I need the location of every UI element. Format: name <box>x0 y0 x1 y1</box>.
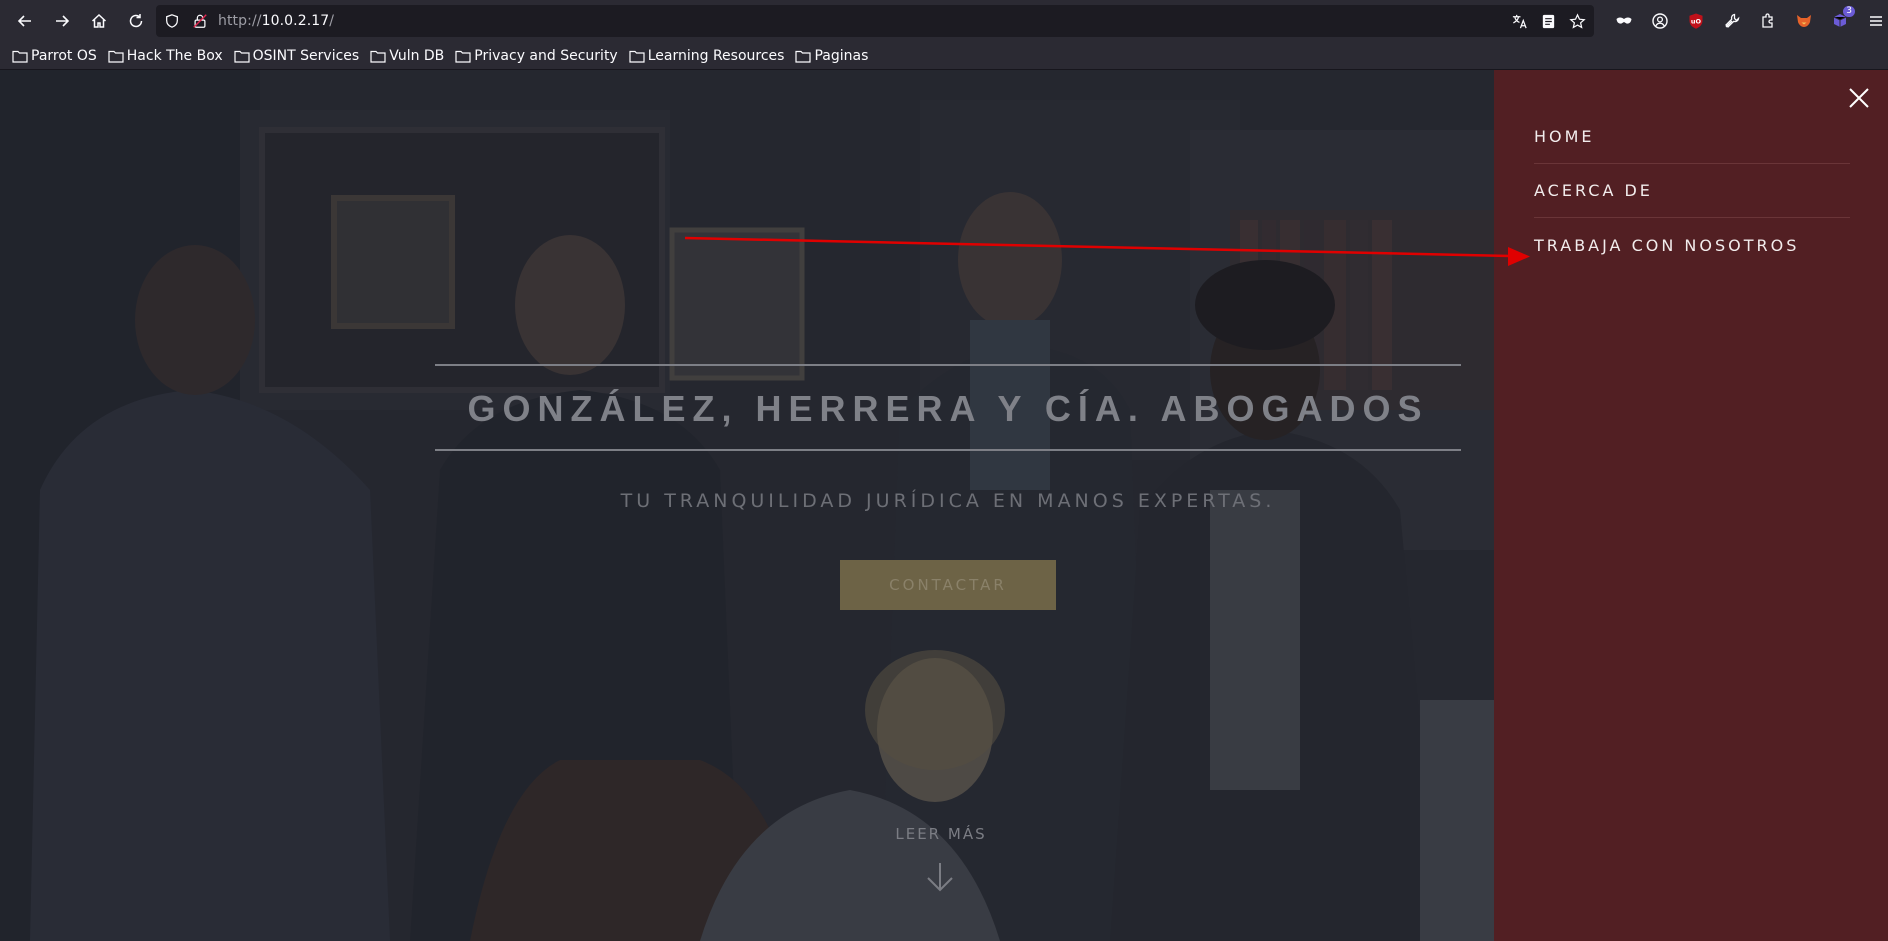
translate-icon[interactable] <box>1511 13 1528 30</box>
account-icon <box>1652 13 1668 29</box>
foxyproxy-button[interactable] <box>1786 3 1822 39</box>
puzzle-icon <box>1762 13 1773 28</box>
devtools-button[interactable] <box>1714 3 1750 39</box>
ublock-icon: uO <box>1689 13 1703 29</box>
hero-subtitle: TU TRANQUILIDAD JURÍDICA EN MANOS EXPERT… <box>620 490 1276 512</box>
shield-icon[interactable] <box>164 13 180 29</box>
wrench-icon <box>1725 13 1740 28</box>
back-button[interactable] <box>7 3 43 39</box>
home-button[interactable] <box>81 3 117 39</box>
bookmark-folder-vuln-db[interactable]: Vuln DB <box>370 48 444 64</box>
close-icon[interactable] <box>1846 85 1872 111</box>
bookmark-label: Hack The Box <box>126 47 223 64</box>
mask-icon <box>1616 17 1632 24</box>
svg-text:uO: uO <box>1691 18 1702 26</box>
reload-icon <box>129 14 143 28</box>
menu-list: HOME ACERCA DE TRABAJA CON NOSOTROS <box>1534 110 1850 272</box>
url-text[interactable]: http://10.0.2.17/ <box>218 13 334 29</box>
bookmark-label: Parrot OS <box>31 47 97 64</box>
folder-icon <box>12 50 28 63</box>
bookmark-folder-paginas[interactable]: Paginas <box>795 48 868 64</box>
contact-button[interactable]: CONTACTAR <box>840 560 1056 610</box>
folder-icon <box>795 50 812 63</box>
folder-icon <box>629 50 645 63</box>
extensions-button[interactable] <box>1750 3 1786 39</box>
url-host: 10.0.2.17 <box>261 13 330 29</box>
web-page: GONZÁLEZ, HERRERA Y CÍA. ABOGADOS TU TRA… <box>0 70 1888 941</box>
read-more-link[interactable]: LEER MÁS <box>840 825 1042 843</box>
folder-icon <box>455 50 471 63</box>
extension-badge: 3 <box>1843 6 1855 17</box>
forward-button[interactable] <box>44 3 80 39</box>
bookmark-label: Learning Resources <box>647 47 785 64</box>
bookmark-label: Privacy and Security <box>474 47 618 64</box>
menu-item-acerca-de[interactable]: ACERCA DE <box>1534 164 1850 218</box>
title-rule-bottom <box>435 449 1461 451</box>
ublock-button[interactable]: uO <box>1678 3 1714 39</box>
bookmark-folder-privacy-and-security[interactable]: Privacy and Security <box>455 47 618 64</box>
url-bar[interactable]: http://10.0.2.17/ <box>156 5 1594 37</box>
bookmark-label: Vuln DB <box>389 47 445 64</box>
bookmark-folder-osint-services[interactable]: OSINT Services <box>234 47 360 64</box>
bookmark-folder-hack-the-box[interactable]: Hack The Box <box>108 48 223 64</box>
bookmark-folder-learning-resources[interactable]: Learning Resources <box>629 47 785 64</box>
insecure-lock-icon[interactable] <box>192 13 208 29</box>
folder-icon <box>108 50 124 63</box>
bookmark-label: OSINT Services <box>252 47 360 64</box>
arrow-left-icon <box>17 15 31 27</box>
menu-item-trabaja-con-nosotros[interactable]: TRABAJA CON NOSOTROS <box>1534 218 1850 272</box>
arrow-right-icon <box>56 15 70 27</box>
app-menu-button[interactable] <box>1858 3 1888 39</box>
extensions-area: uO 3 <box>1606 0 1888 42</box>
hamburger-menu-icon <box>1870 16 1882 26</box>
bookmarks-bar: Parrot OS Hack The Box OSINT Services Vu… <box>0 42 1888 70</box>
wappalyzer-button[interactable]: 3 <box>1822 3 1858 39</box>
arrow-down-icon[interactable] <box>923 860 957 894</box>
menu-item-home[interactable]: HOME <box>1534 110 1850 164</box>
bookmark-star-icon[interactable] <box>1569 12 1586 30</box>
bookmark-folder-parrot-os[interactable]: Parrot OS <box>12 48 97 64</box>
hero-title: GONZÁLEZ, HERRERA Y CÍA. ABOGADOS <box>467 388 1429 429</box>
url-protocol: http:// <box>218 13 262 29</box>
folder-icon <box>234 50 250 63</box>
title-rule-top <box>435 364 1461 366</box>
side-navigation-menu: HOME ACERCA DE TRABAJA CON NOSOTROS <box>1494 70 1888 941</box>
hero-section: GONZÁLEZ, HERRERA Y CÍA. ABOGADOS TU TRA… <box>0 70 1494 941</box>
folder-icon <box>370 50 386 63</box>
browser-toolbar: http://10.0.2.17/ uO 3 <box>0 0 1888 42</box>
reload-button[interactable] <box>118 3 154 39</box>
hero-content: GONZÁLEZ, HERRERA Y CÍA. ABOGADOS TU TRA… <box>0 70 1494 941</box>
private-mask-button[interactable] <box>1606 3 1642 39</box>
fox-icon <box>1797 15 1811 27</box>
reader-view-icon[interactable] <box>1540 13 1557 30</box>
account-button[interactable] <box>1642 3 1678 39</box>
url-path: / <box>329 13 335 29</box>
bookmark-label: Paginas <box>814 47 869 64</box>
home-icon <box>91 13 107 28</box>
